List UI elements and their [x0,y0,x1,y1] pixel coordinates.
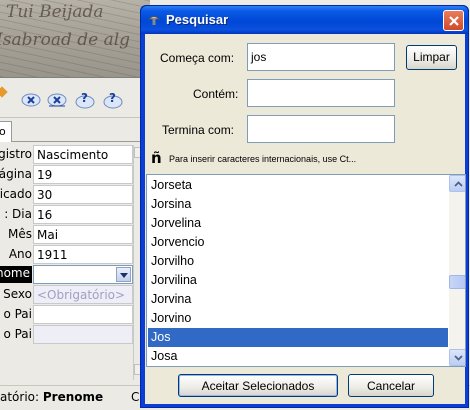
list-item-selected[interactable]: Jos [148,328,448,347]
svg-text:?: ? [81,91,88,105]
contains-input[interactable] [247,79,395,107]
scroll-thumb[interactable] [449,275,465,289]
field-label: Ano [8,247,32,261]
tab-bar: o [0,120,150,142]
n-tilde-icon: ñ [151,149,162,167]
question-icon: ? [75,91,95,109]
list-item[interactable]: Jorvina [148,290,448,309]
field-label: : Dia [4,207,32,221]
list-item[interactable]: Jorvilho [148,252,448,271]
document-script-line: Isabroad de alg [0,30,131,50]
form-row: o Pai [0,325,145,345]
form-row: icado 30 [0,185,145,205]
results-scrollbar[interactable] [449,175,465,366]
chevron-down-icon [454,355,463,361]
app-icon [147,16,161,25]
remove-all-button[interactable] [46,90,68,110]
scroll-down-button[interactable] [449,349,465,366]
title-bar[interactable]: Pesquisar [141,6,468,34]
page-field[interactable]: 19 [33,165,133,184]
starts-with-label: Começa com: [160,51,235,65]
sex-field[interactable]: <Obrigatório> [33,285,133,304]
field-label: Mês [8,227,32,241]
question-icon: ? [103,91,123,109]
clear-button[interactable]: Limpar [406,45,457,70]
field-label: nome [0,266,32,283]
list-item[interactable]: Josa [148,347,448,366]
list-item[interactable]: Jorvilina [148,271,448,290]
search-dialog: Pesquisar Começa com: jos Limpar Contém:… [140,5,469,408]
list-item[interactable]: Jorseta [148,176,448,195]
results-list[interactable]: Jorseta Jorsina Jorvelina Jorvencio Jorv… [146,174,466,367]
year-field[interactable]: 1911 [33,245,133,264]
hint-text: Para inserir caracteres internacionais, … [169,154,357,164]
day-field[interactable]: 16 [33,205,133,224]
remove-all-icon [47,93,67,107]
contains-label: Contém: [193,87,239,101]
list-item[interactable]: Jorsina [148,195,448,214]
ends-with-input[interactable] [247,115,395,143]
query-all-button[interactable]: ? [102,90,124,110]
dialog-title: Pesquisar [166,12,229,27]
remove-icon [21,93,41,107]
month-field[interactable]: Mai [33,225,133,244]
accept-selected-button[interactable]: Aceitar Selecionados [178,374,338,397]
scroll-up-button[interactable] [449,175,465,192]
form-row: Ano 1911 [0,245,145,265]
divider [12,141,152,142]
tab-record[interactable]: o [0,121,12,142]
status-required-field: atório: Prenome [0,390,103,404]
list-item[interactable]: Jorvencio [148,233,448,252]
list-item[interactable]: Jorvelina [148,214,448,233]
cancel-button[interactable]: Cancelar [348,374,434,397]
form-row: : Dia 16 [0,205,145,225]
international-chars-hint: ñ Para inserir caracteres internacionais… [149,149,459,167]
status-prefix: atório: [0,390,40,404]
document-scan-image: Tui Beijada Isabroad de alg [0,0,150,78]
form-row: o Pai [0,305,145,325]
query-button[interactable]: ? [74,90,96,110]
close-icon [449,16,459,26]
field-label: o Pai [3,307,32,321]
field-label: o Pai [3,327,32,341]
chevron-up-icon [454,181,463,187]
document-script-line: Tui Beijada [6,2,104,22]
remove-field-button[interactable] [20,90,42,110]
form-row: gistro Nascimento [0,145,145,165]
chevron-down-icon[interactable] [116,267,131,282]
starts-with-input[interactable]: jos [247,43,395,71]
close-button[interactable] [443,10,464,31]
form-row-selected: nome [0,265,145,285]
form-row: ágina 19 [0,165,145,185]
orange-arrow-icon [0,86,8,98]
form-row: Sexo <Obrigatório> [0,285,145,305]
field-label: Sexo [3,287,32,301]
dialog-body: Começa com: jos Limpar Contém: Termina c… [145,34,466,404]
svg-text:?: ? [109,91,116,105]
record-type-field[interactable]: Nascimento [33,145,133,164]
father-field[interactable] [33,305,133,324]
field-label: ágina [0,167,32,181]
first-name-combo[interactable] [33,265,133,284]
ends-with-label: Termina com: [162,123,235,137]
status-field-name: Prenome [42,390,104,404]
list-item[interactable]: Jorvino [148,309,448,328]
field-label: gistro [0,147,32,161]
form-row: Mês Mai [0,225,145,245]
toolbar: ? ? [0,78,150,118]
field-label: icado [0,187,32,201]
father-field-2[interactable] [33,325,133,344]
certificate-field[interactable]: 30 [33,185,133,204]
